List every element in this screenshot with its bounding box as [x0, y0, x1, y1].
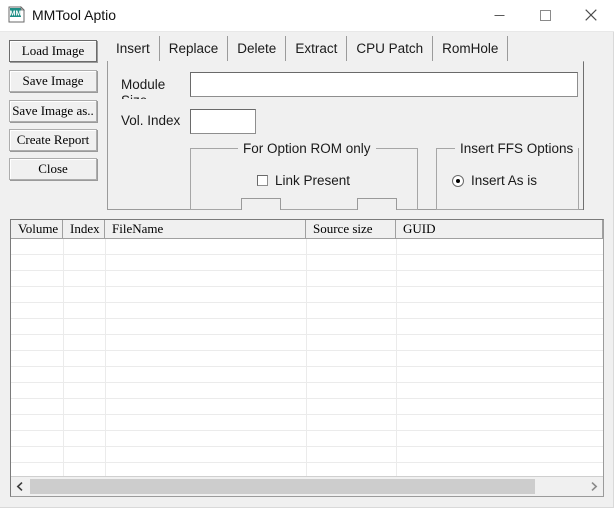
- chevron-left-icon: [16, 482, 23, 491]
- table-row[interactable]: [11, 415, 603, 431]
- table-row[interactable]: [11, 383, 603, 399]
- grid-column-divider: [306, 239, 307, 477]
- save-image-button[interactable]: Save Image: [9, 70, 97, 92]
- column-header-guid[interactable]: GUID: [396, 220, 603, 238]
- insert-as-is-label: Insert As is: [471, 173, 538, 188]
- action-button-column: Load Image Save Image Save Image as.. Cr…: [0, 31, 107, 211]
- grid-column-divider: [396, 239, 397, 477]
- tab-delete[interactable]: Delete: [228, 36, 287, 61]
- window-title: MMTool Aptio: [32, 7, 117, 23]
- column-header-index[interactable]: Index: [63, 220, 105, 238]
- vol-index-input[interactable]: [190, 109, 256, 134]
- panel-right-rule: [583, 62, 584, 210]
- mmtool-window: MM MMTool Aptio Load Image Save Image Sa…: [0, 0, 614, 508]
- maximize-icon: [539, 9, 551, 21]
- grid-body[interactable]: [11, 239, 603, 479]
- insert-as-is-radio[interactable]: [452, 175, 464, 187]
- scrollbar-thumb[interactable]: [30, 479, 535, 494]
- title-bar: MM MMTool Aptio: [0, 0, 614, 32]
- column-header-volume[interactable]: Volume: [11, 220, 63, 238]
- table-row[interactable]: [11, 303, 603, 319]
- table-row[interactable]: [11, 367, 603, 383]
- close-icon: [585, 9, 597, 21]
- option-rom-browse-button-clipped[interactable]: [241, 198, 281, 210]
- grid-column-divider: [105, 239, 106, 477]
- grid-column-divider: [63, 239, 64, 477]
- insert-ffs-options-group-title: Insert FFS Options: [455, 141, 579, 156]
- vol-index-label: Vol. Index: [121, 113, 181, 128]
- link-present-checkbox[interactable]: [257, 175, 268, 186]
- tab-insert[interactable]: Insert: [107, 36, 160, 61]
- chevron-right-icon: [591, 482, 598, 491]
- module-list-grid[interactable]: Volume Index FileName Source size GUID: [10, 219, 604, 497]
- horizontal-scrollbar[interactable]: [11, 476, 603, 496]
- option-rom-group: For Option ROM only Link Present: [190, 141, 418, 210]
- svg-text:MM: MM: [10, 11, 22, 18]
- column-header-source-size[interactable]: Source size: [306, 220, 396, 238]
- table-row[interactable]: [11, 271, 603, 287]
- table-row[interactable]: [11, 335, 603, 351]
- table-row[interactable]: [11, 399, 603, 415]
- create-report-button[interactable]: Create Report: [9, 129, 97, 151]
- close-app-button[interactable]: Close: [9, 158, 97, 180]
- column-header-filename[interactable]: FileName: [105, 220, 306, 238]
- tab-strip: Insert Replace Delete Extract CPU Patch …: [107, 36, 584, 62]
- table-row[interactable]: [11, 351, 603, 367]
- scroll-right-button[interactable]: [585, 477, 603, 496]
- table-row[interactable]: [11, 255, 603, 271]
- mmtool-app-icon: MM: [8, 6, 26, 24]
- scroll-left-button[interactable]: [11, 477, 29, 496]
- module-label-clipped: Size: [121, 93, 147, 99]
- option-rom-group-title: For Option ROM only: [238, 141, 376, 156]
- table-row[interactable]: [11, 287, 603, 303]
- active-tab-seam: [108, 60, 156, 62]
- tab-replace[interactable]: Replace: [159, 36, 229, 61]
- grid-header-row: Volume Index FileName Source size GUID: [11, 220, 603, 239]
- load-image-button[interactable]: Load Image: [9, 40, 97, 62]
- maximize-button[interactable]: [522, 0, 568, 30]
- tab-extract[interactable]: Extract: [286, 36, 348, 61]
- module-input[interactable]: [190, 72, 578, 97]
- minimize-button[interactable]: [476, 0, 522, 30]
- table-row[interactable]: [11, 447, 603, 463]
- insert-as-is-radio-row[interactable]: Insert As is: [452, 173, 537, 188]
- minimize-icon: [494, 14, 504, 16]
- table-row[interactable]: [11, 319, 603, 335]
- tab-romhole[interactable]: RomHole: [433, 36, 509, 61]
- tab-cpu-patch[interactable]: CPU Patch: [347, 36, 434, 61]
- table-row[interactable]: [11, 239, 603, 255]
- option-rom-secondary-button-clipped[interactable]: [357, 198, 397, 210]
- close-button[interactable]: [568, 0, 614, 30]
- save-image-as-button[interactable]: Save Image as..: [9, 100, 97, 122]
- table-row[interactable]: [11, 431, 603, 447]
- link-present-checkbox-row[interactable]: Link Present: [257, 173, 350, 188]
- insert-ffs-options-group: Insert FFS Options Insert As is: [436, 141, 579, 210]
- module-label: Module: [121, 77, 166, 92]
- link-present-label: Link Present: [275, 173, 351, 188]
